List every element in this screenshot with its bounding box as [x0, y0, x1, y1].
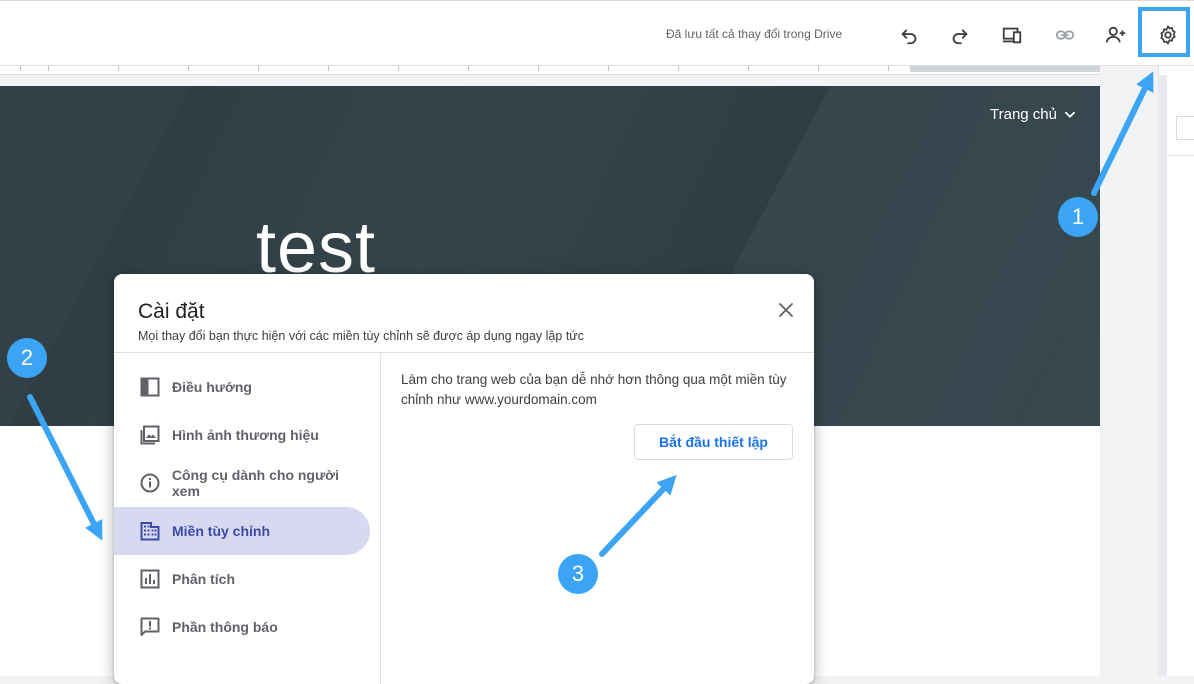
image-icon	[138, 423, 162, 447]
menu-item-custom-domain[interactable]: Miền tùy chỉnh	[114, 507, 370, 555]
menu-item-analytics[interactable]: Phân tích	[114, 555, 370, 603]
dialog-divider	[114, 352, 814, 353]
menu-item-label: Hình ảnh thương hiệu	[172, 427, 319, 443]
settings-icon[interactable]	[1155, 22, 1181, 48]
menu-item-announcement[interactable]: Phần thông báo	[114, 603, 370, 651]
dialog-title: Cài đặt	[138, 300, 205, 323]
announcement-icon	[138, 615, 162, 639]
start-setup-button[interactable]: Bắt đầu thiết lập	[634, 424, 793, 460]
chevron-down-icon	[1065, 111, 1075, 118]
close-icon	[779, 303, 793, 317]
share-icon[interactable]	[1103, 22, 1129, 48]
link-icon[interactable]	[1052, 22, 1078, 48]
arrow-1	[1091, 71, 1154, 196]
menu-item-label: Phân tích	[172, 571, 236, 587]
redo-icon[interactable]	[947, 22, 973, 48]
divider	[1168, 155, 1194, 156]
undo-icon[interactable]	[896, 22, 922, 48]
menu-item-label: Công cụ dành cho người xem	[171, 467, 339, 499]
ruler	[0, 66, 1100, 75]
analytics-icon	[138, 567, 162, 591]
menu-item-label: Điều hướng	[172, 379, 252, 395]
info-icon	[138, 471, 162, 495]
menu-item-label: Phần thông báo	[172, 619, 278, 635]
dialog-subtitle: Mọi thay đổi bạn thực hiện với các miền …	[138, 329, 584, 343]
nav-home[interactable]: Trang chủ	[990, 106, 1077, 123]
settings-dialog: Cài đặt Mọi thay đổi bạn thực hiện với c…	[114, 274, 814, 684]
scrollbar[interactable]	[1158, 75, 1167, 676]
menu-item-navigation[interactable]: Điều hướng	[114, 363, 370, 411]
top-toolbar: Đã lưu tất cả thay đổi trong Drive	[0, 0, 1194, 66]
menu-item-label: Miền tùy chỉnh	[172, 523, 270, 539]
custom-domain-description: Làm cho trang web của bạn dễ nhớ hơn thô…	[401, 372, 787, 407]
menu-item-brand-images[interactable]: Hình ảnh thương hiệu	[114, 411, 370, 459]
nav-home-label: Trang chủ	[990, 106, 1057, 123]
save-status: Đã lưu tất cả thay đổi trong Drive	[666, 27, 843, 41]
side-panel-field[interactable]	[1176, 116, 1194, 140]
domain-icon	[138, 519, 162, 543]
menu-item-viewer-tools[interactable]: Công cụ dành cho người xem	[114, 459, 370, 507]
close-button[interactable]	[774, 298, 798, 322]
preview-icon[interactable]	[999, 22, 1025, 48]
navigation-icon	[138, 375, 162, 399]
dialog-column-divider	[380, 353, 381, 684]
